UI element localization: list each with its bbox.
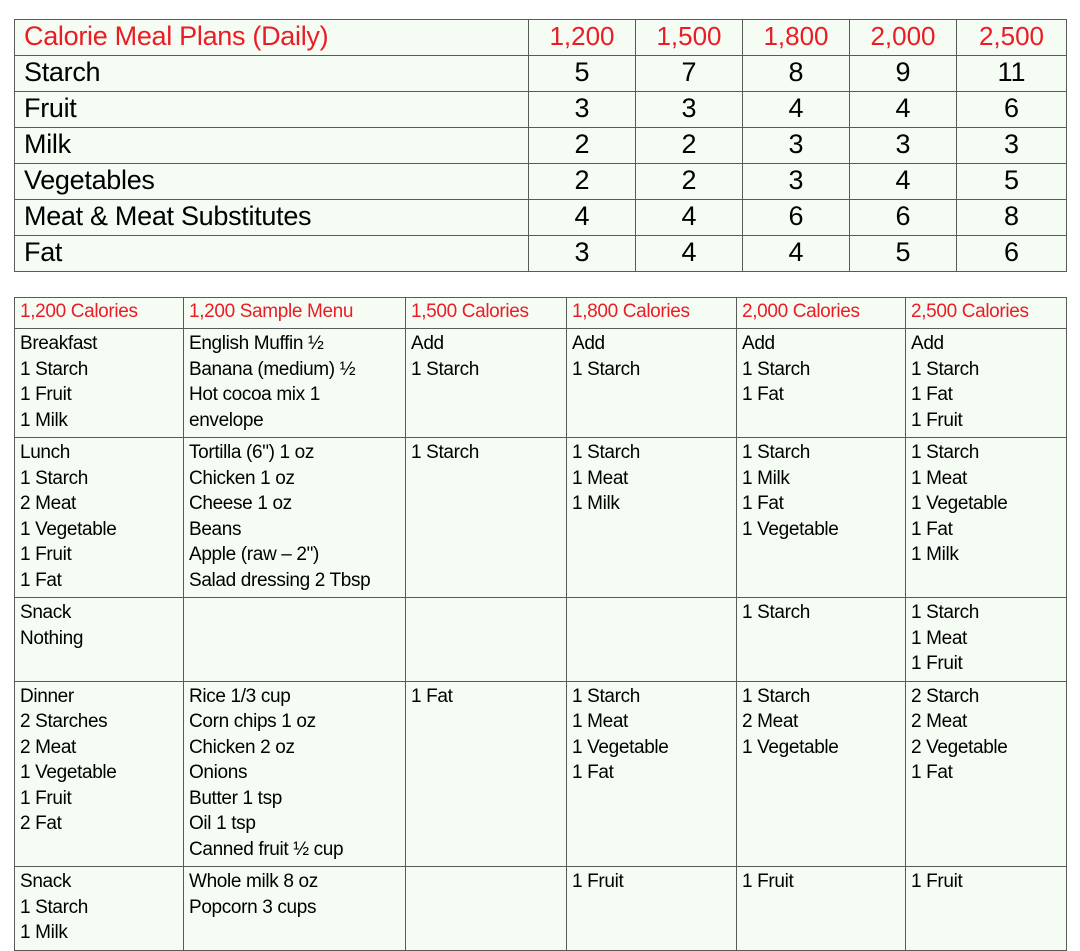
- daily-plan-col-1200: 1,200: [528, 19, 636, 56]
- exchange-value: 6: [849, 199, 957, 236]
- food-group-label: Vegetables: [14, 163, 529, 200]
- exchange-value: 4: [742, 235, 850, 272]
- table-row-breakfast: Breakfast 1 Starch 1 Fruit 1 Milk Englis…: [14, 328, 1067, 438]
- exchange-value: 3: [635, 91, 743, 128]
- sample-menu-items: Tortilla (6") 1 oz Chicken 1 oz Cheese 1…: [183, 437, 406, 598]
- header-1800-calories: 1,800 Calories: [566, 297, 737, 329]
- header-2500-calories: 2,500 Calories: [905, 297, 1067, 329]
- meal-exchanges-1200: Dinner 2 Starches 2 Meat 1 Vegetable 1 F…: [14, 680, 184, 867]
- exchange-value: 4: [742, 91, 850, 128]
- sample-menu-items: [183, 597, 406, 682]
- meal-exchanges-1200: Snack 1 Starch 1 Milk: [14, 866, 184, 951]
- header-2000-calories: 2,000 Calories: [736, 297, 906, 329]
- exchange-value: 5: [849, 235, 957, 272]
- additions-2500: Add 1 Starch 1 Fat 1 Fruit: [905, 328, 1067, 438]
- additions-1800: 1 Fruit: [566, 866, 737, 951]
- exchange-value: 3: [528, 91, 636, 128]
- sample-menu-items: Rice 1/3 cup Corn chips 1 oz Chicken 2 o…: [183, 680, 406, 867]
- meal-exchanges-1200: Snack Nothing: [14, 597, 184, 682]
- food-group-label: Starch: [14, 55, 529, 92]
- exchange-value: 4: [528, 199, 636, 236]
- food-group-label: Milk: [14, 127, 529, 164]
- exchange-value: 3: [742, 127, 850, 164]
- additions-1800: Add 1 Starch: [566, 328, 737, 438]
- food-group-label: Fat: [14, 235, 529, 272]
- exchange-value: 6: [956, 91, 1067, 128]
- table-row-dinner: Dinner 2 Starches 2 Meat 1 Vegetable 1 F…: [14, 680, 1067, 867]
- additions-2500: 1 Starch 1 Meat 1 Vegetable 1 Fat 1 Milk: [905, 437, 1067, 598]
- exchange-value: 7: [635, 55, 743, 92]
- additions-2500: 1 Fruit: [905, 866, 1067, 951]
- daily-plan-title: Calorie Meal Plans (Daily): [14, 19, 529, 56]
- exchange-value: 4: [849, 163, 957, 200]
- food-group-label: Meat & Meat Substitutes: [14, 199, 529, 236]
- additions-1500: Add 1 Starch: [405, 328, 567, 438]
- exchange-value: 8: [742, 55, 850, 92]
- daily-plan-col-2500: 2,500: [956, 19, 1067, 56]
- additions-1800: 1 Starch 1 Meat 1 Vegetable 1 Fat: [566, 680, 737, 867]
- header-1200-calories: 1,200 Calories: [14, 297, 184, 329]
- additions-2500: 2 Starch 2 Meat 2 Vegetable 1 Fat: [905, 680, 1067, 867]
- additions-1500: [405, 597, 567, 682]
- additions-2000: 1 Starch 2 Meat 1 Vegetable: [736, 680, 906, 867]
- additions-2000: 1 Starch: [736, 597, 906, 682]
- daily-calorie-plan-table: Calorie Meal Plans (Daily) 1,200 1,500 1…: [14, 19, 1067, 272]
- daily-plan-col-1500: 1,500: [635, 19, 743, 56]
- additions-2500: 1 Starch 1 Meat 1 Fruit: [905, 597, 1067, 682]
- header-1500-calories: 1,500 Calories: [405, 297, 567, 329]
- additions-1500: 1 Fat: [405, 680, 567, 867]
- meal-exchanges-1200: Lunch 1 Starch 2 Meat 1 Vegetable 1 Frui…: [14, 437, 184, 598]
- exchange-value: 4: [849, 91, 957, 128]
- additions-1800: 1 Starch 1 Meat 1 Milk: [566, 437, 737, 598]
- exchange-value: 2: [528, 163, 636, 200]
- meal-exchanges-1200: Breakfast 1 Starch 1 Fruit 1 Milk: [14, 328, 184, 438]
- header-1200-sample-menu: 1,200 Sample Menu: [183, 297, 406, 329]
- exchange-value: 4: [635, 199, 743, 236]
- table-row: Starch 5 7 8 9 11: [14, 55, 1067, 92]
- sample-menu-header-row: 1,200 Calories 1,200 Sample Menu 1,500 C…: [14, 297, 1067, 329]
- exchange-value: 2: [635, 127, 743, 164]
- exchange-value: 4: [635, 235, 743, 272]
- daily-plan-col-2000: 2,000: [849, 19, 957, 56]
- exchange-value: 6: [956, 235, 1067, 272]
- daily-plan-header-row: Calorie Meal Plans (Daily) 1,200 1,500 1…: [14, 19, 1067, 56]
- exchange-value: 8: [956, 199, 1067, 236]
- exchange-value: 6: [742, 199, 850, 236]
- food-group-label: Fruit: [14, 91, 529, 128]
- table-row: Milk 2 2 3 3 3: [14, 127, 1067, 164]
- additions-2000: 1 Starch 1 Milk 1 Fat 1 Vegetable: [736, 437, 906, 598]
- additions-2000: Add 1 Starch 1 Fat: [736, 328, 906, 438]
- exchange-value: 5: [528, 55, 636, 92]
- sample-menu-items: Whole milk 8 oz Popcorn 3 cups: [183, 866, 406, 951]
- exchange-value: 2: [528, 127, 636, 164]
- additions-1500: 1 Starch: [405, 437, 567, 598]
- exchange-value: 3: [956, 127, 1067, 164]
- additions-2000: 1 Fruit: [736, 866, 906, 951]
- daily-plan-col-1800: 1,800: [742, 19, 850, 56]
- table-row: Vegetables 2 2 3 4 5: [14, 163, 1067, 200]
- exchange-value: 3: [849, 127, 957, 164]
- exchange-value: 3: [742, 163, 850, 200]
- table-row-lunch: Lunch 1 Starch 2 Meat 1 Vegetable 1 Frui…: [14, 437, 1067, 598]
- exchange-value: 5: [956, 163, 1067, 200]
- table-row: Meat & Meat Substitutes 4 4 6 6 8: [14, 199, 1067, 236]
- table-row-snack-morning: Snack Nothing 1 Starch 1 Starch 1 Meat 1…: [14, 597, 1067, 682]
- exchange-value: 3: [528, 235, 636, 272]
- additions-1800: [566, 597, 737, 682]
- sample-menu-items: English Muffin ½ Banana (medium) ½ Hot c…: [183, 328, 406, 438]
- additions-1500: [405, 866, 567, 951]
- exchange-value: 2: [635, 163, 743, 200]
- table-row: Fruit 3 3 4 4 6: [14, 91, 1067, 128]
- table-row: Fat 3 4 4 5 6: [14, 235, 1067, 272]
- exchange-value: 9: [849, 55, 957, 92]
- table-row-snack-evening: Snack 1 Starch 1 Milk Whole milk 8 oz Po…: [14, 866, 1067, 951]
- sample-menu-table: 1,200 Calories 1,200 Sample Menu 1,500 C…: [14, 297, 1067, 951]
- exchange-value: 11: [956, 55, 1067, 92]
